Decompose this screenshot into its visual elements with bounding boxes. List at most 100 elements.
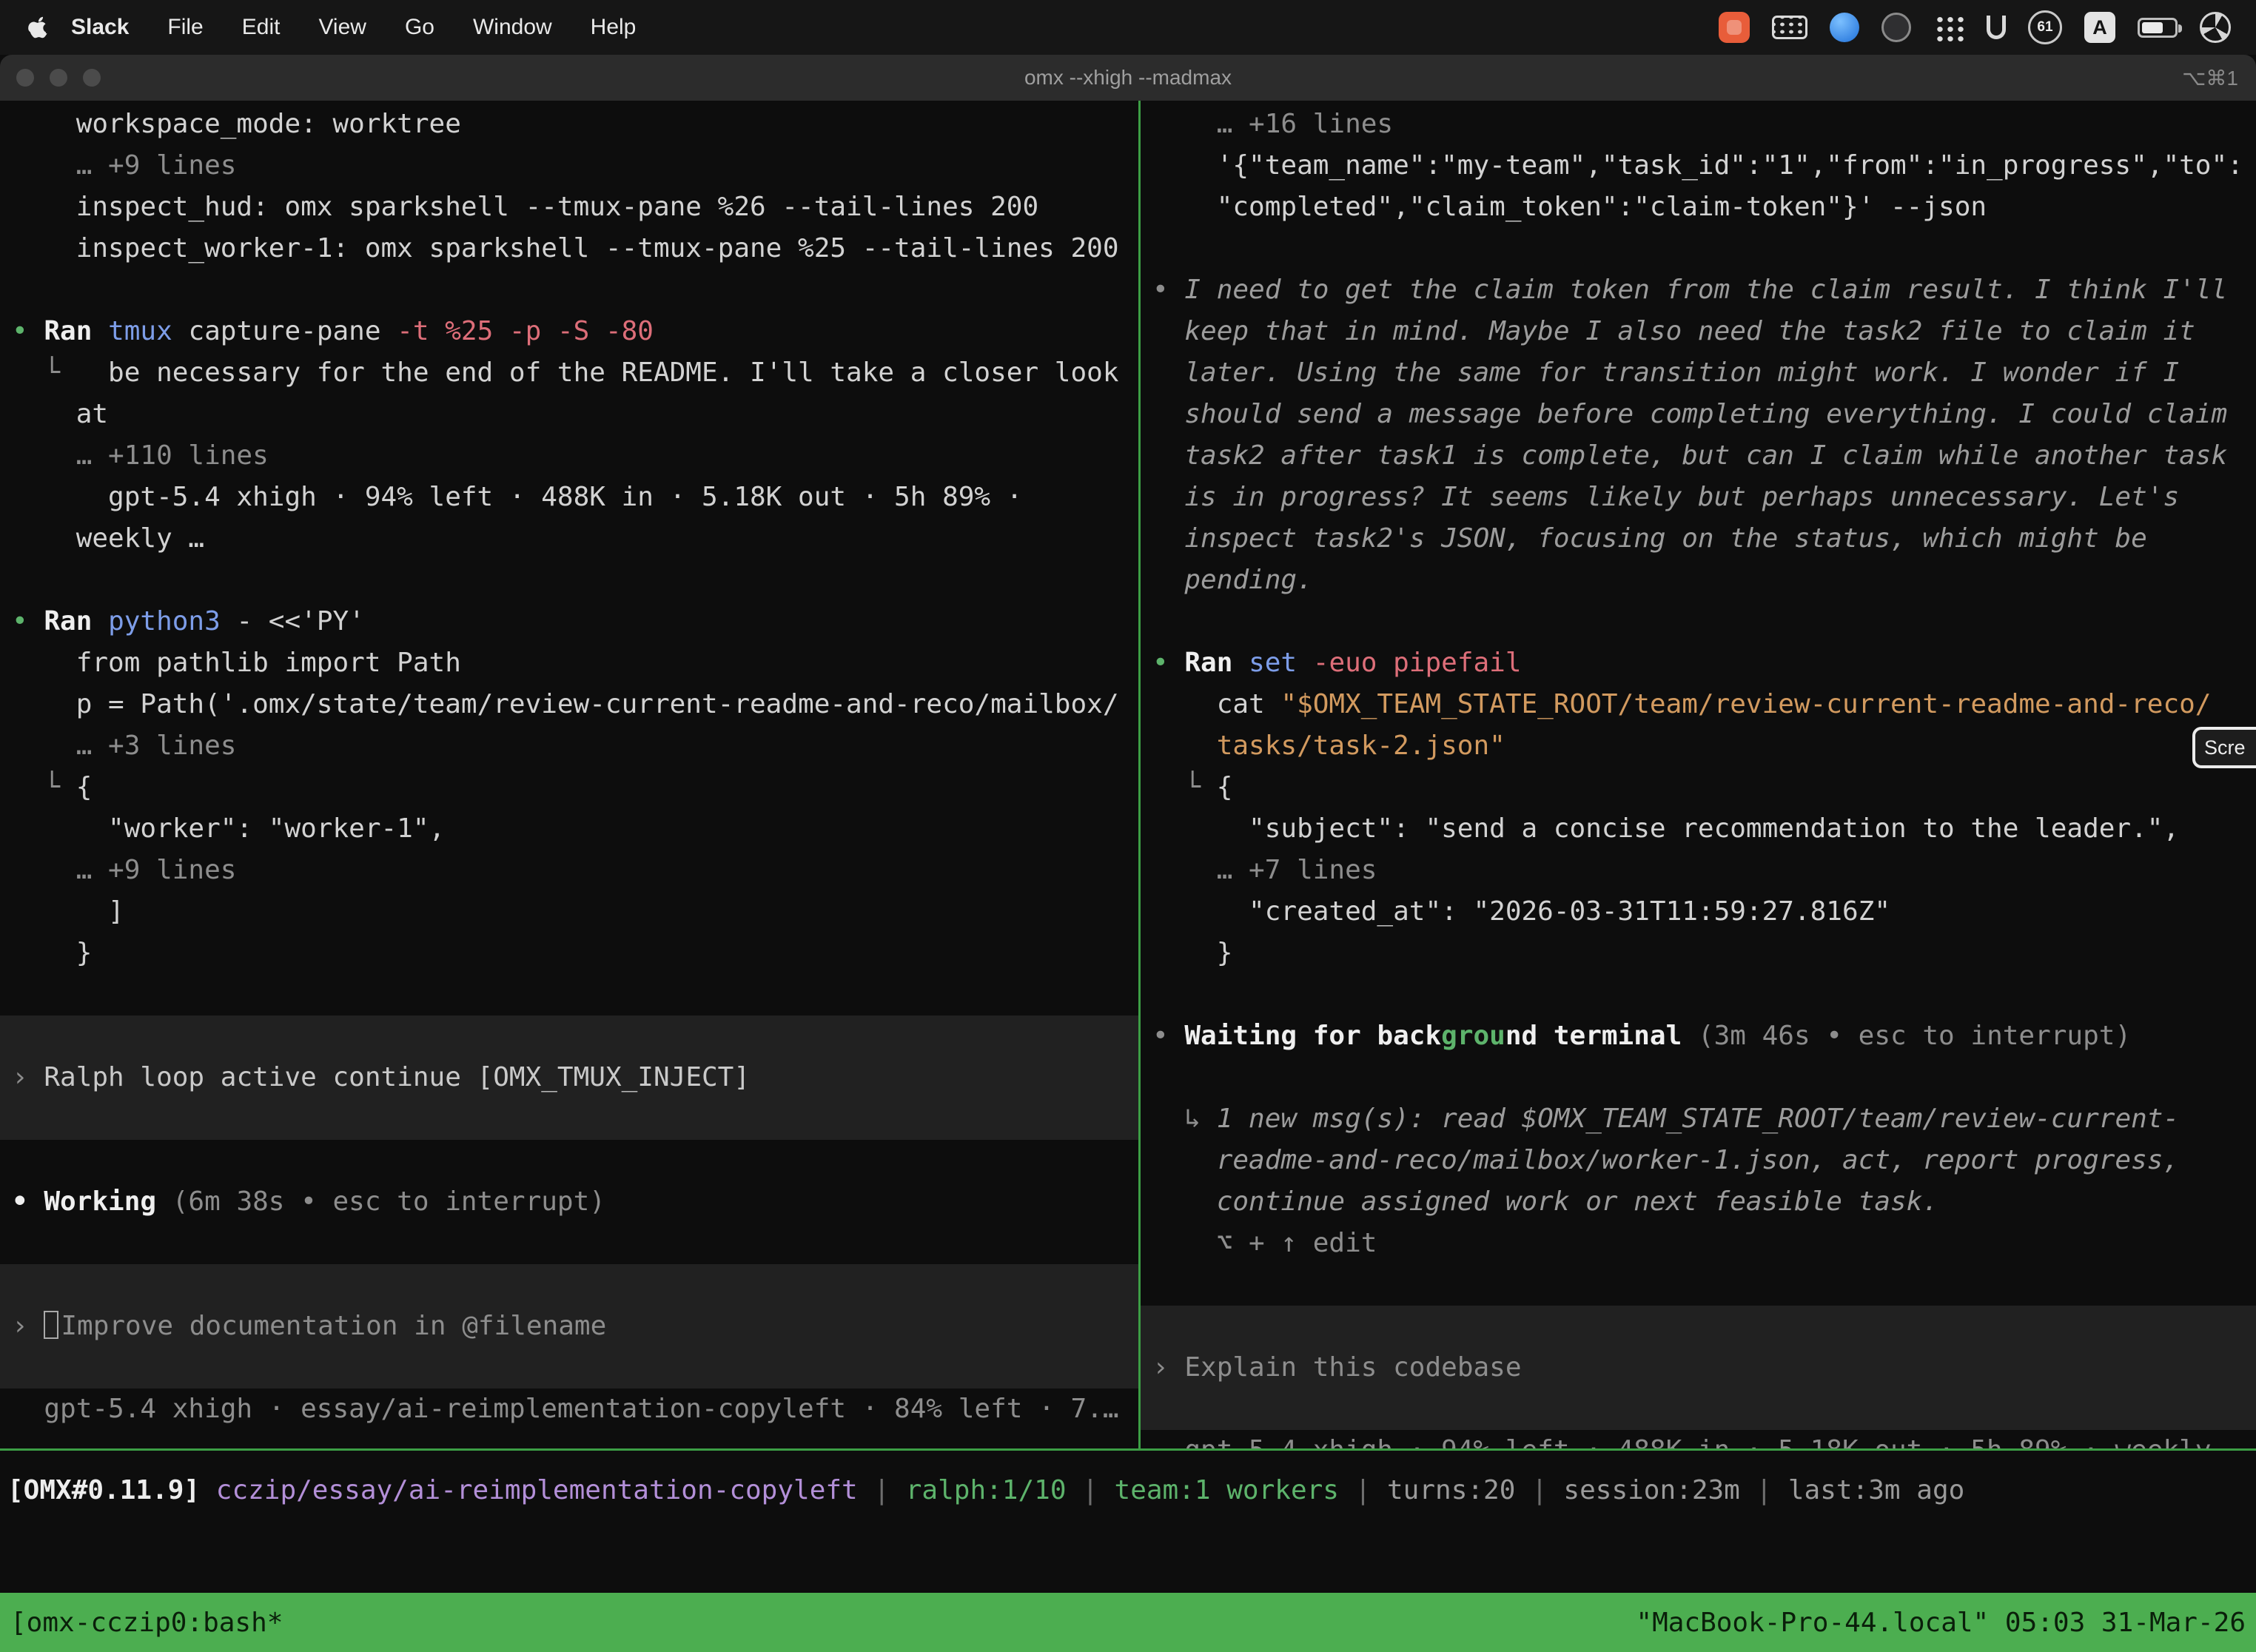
minimize-button[interactable] <box>50 69 67 87</box>
terminal-line: later. Using the same for transition mig… <box>1152 352 2256 394</box>
menu-file[interactable]: File <box>148 15 222 40</box>
battery-icon[interactable] <box>2138 18 2178 38</box>
terminal-line: … +9 lines <box>12 850 1138 891</box>
terminal-line: } <box>1152 933 2256 974</box>
terminal-line: • Working (6m 38s • esc to interrupt) <box>12 1181 1138 1223</box>
active-app-name[interactable]: Slack <box>58 15 148 40</box>
terminal-line: "created_at": "2026-03-31T11:59:27.816Z" <box>1152 891 2256 933</box>
terminal-line: gpt-5.4 xhigh · essay/ai-reimplementatio… <box>12 1389 1138 1430</box>
window-titlebar: omx --xhigh --madmax ⌥⌘1 <box>0 55 2256 101</box>
terminal-line: └ { <box>12 767 1138 808</box>
terminal-line: ] <box>12 891 1138 933</box>
terminal-line: p = Path('.omx/state/team/review-current… <box>12 684 1138 725</box>
text-cursor <box>44 1311 58 1339</box>
terminal-line: … +16 lines <box>1152 104 2256 145</box>
terminal-line: from pathlib import Path <box>12 642 1138 684</box>
menu-window[interactable]: Window <box>454 15 571 40</box>
menu-help[interactable]: Help <box>571 15 656 40</box>
terminal-line: • Ran tmux capture-pane -t %25 -p -S -80 <box>12 311 1138 352</box>
menu-go[interactable]: Go <box>386 15 454 40</box>
prompt-row[interactable]: › Explain this codebase <box>1141 1306 2256 1430</box>
app-grid-icon[interactable] <box>1933 13 1964 41</box>
hud-segment: | <box>1339 1475 1387 1505</box>
terminal-line: gpt-5.4 xhigh · 94% left · 488K in · 5.1… <box>1152 1430 2256 1448</box>
menu-view[interactable]: View <box>299 15 385 40</box>
terminal-content: workspace_mode: worktree … +9 lines insp… <box>0 101 2256 1448</box>
window-title: omx --xhigh --madmax <box>1024 66 1232 90</box>
terminal-line: └ be necessary for the end of the README… <box>12 352 1138 394</box>
terminal-line: … +3 lines <box>12 725 1138 767</box>
window-shortcut-hint: ⌥⌘1 <box>2182 55 2238 101</box>
terminal-line: '{"team_name":"my-team","task_id":"1","f… <box>1152 145 2256 187</box>
terminal-line: weekly … <box>12 518 1138 560</box>
terminal-line: ⌥ + ↑ edit <box>1152 1223 2256 1264</box>
magnet-icon[interactable] <box>1987 16 2006 39</box>
terminal-line: "subject": "send a concise recommendatio… <box>1152 808 2256 850</box>
terminal-line: workspace_mode: worktree <box>12 104 1138 145</box>
terminal-line <box>1152 974 2256 1015</box>
terminal-line: cat "$OMX_TEAM_STATE_ROOT/team/review-cu… <box>1152 684 2256 725</box>
terminal-window: omx --xhigh --madmax ⌥⌘1 workspace_mode:… <box>0 55 2256 1652</box>
tmux-status-bar: [omx-cczip0:bash* "MacBook-Pro-44.local"… <box>0 1593 2256 1652</box>
input-source-icon[interactable]: A <box>2084 12 2115 43</box>
left-pane[interactable]: workspace_mode: worktree … +9 lines insp… <box>0 101 1138 1448</box>
screen-edge-overlay-button[interactable]: Scre <box>2192 727 2256 768</box>
terminal-line: … +9 lines <box>12 145 1138 187</box>
terminal-line <box>1152 1264 2256 1306</box>
terminal-line: ↳ 1 new msg(s): read $OMX_TEAM_STATE_ROO… <box>1152 1098 2256 1140</box>
close-button[interactable] <box>16 69 34 87</box>
terminal-line: keep that in mind. Maybe I also need the… <box>1152 311 2256 352</box>
terminal-line: • I need to get the claim token from the… <box>1152 269 2256 311</box>
screen-recording-icon[interactable] <box>1719 12 1750 43</box>
terminal-line: … +7 lines <box>1152 850 2256 891</box>
terminal-line: • Ran set -euo pipefail <box>1152 642 2256 684</box>
terminal-line <box>12 560 1138 601</box>
terminal-line: } <box>12 933 1138 974</box>
paste-icon[interactable] <box>1830 13 1859 42</box>
apple-menu-icon[interactable] <box>25 12 52 43</box>
status-icons: 61 A <box>1719 10 2238 44</box>
terminal-line <box>12 269 1138 311</box>
battery-percent-icon[interactable]: 61 <box>2028 10 2062 44</box>
terminal-line: inspect_hud: omx sparkshell --tmux-pane … <box>12 187 1138 228</box>
terminal-line <box>12 1140 1138 1181</box>
terminal-line: • Ran python3 - <<'PY' <box>12 601 1138 642</box>
hud-segment: | <box>1067 1475 1115 1505</box>
hud-segment: | <box>858 1475 906 1505</box>
terminal-line: … +110 lines <box>12 435 1138 477</box>
terminal-line: readme-and-reco/mailbox/worker-1.json, a… <box>1152 1140 2256 1181</box>
menu-items: FileEditViewGoWindowHelp <box>148 15 655 40</box>
hud-segment: session:23m <box>1563 1475 1739 1505</box>
hud-divider <box>0 1448 2256 1451</box>
terminal-line <box>1152 228 2256 269</box>
menu-bar: Slack FileEditViewGoWindowHelp 61 A <box>0 0 2256 55</box>
terminal-line: "worker": "worker-1", <box>12 808 1138 850</box>
keyboard-icon[interactable] <box>1772 16 1807 39</box>
hud-segment: team:1 workers <box>1115 1475 1339 1505</box>
terminal-line <box>1152 601 2256 642</box>
right-pane[interactable]: … +16 lines '{"team_name":"my-team","tas… <box>1141 101 2256 1448</box>
prompt-row[interactable]: › Improve documentation in @filename <box>0 1264 1138 1389</box>
terminal-line <box>12 974 1138 1015</box>
terminal-line: task2 after task1 is complete, but can I… <box>1152 435 2256 477</box>
hud-segment: | <box>1515 1475 1563 1505</box>
hud-segment: turns:20 <box>1387 1475 1515 1505</box>
prompt-row[interactable]: › Ralph loop active continue [OMX_TMUX_I… <box>0 1015 1138 1140</box>
terminal-line: └ { <box>1152 767 2256 808</box>
terminal-line <box>1152 1057 2256 1098</box>
menu-edit[interactable]: Edit <box>223 15 300 40</box>
zoom-button[interactable] <box>83 69 101 87</box>
terminal-line: inspect task2's JSON, focusing on the st… <box>1152 518 2256 560</box>
terminal-line: is in progress? It seems likely but perh… <box>1152 477 2256 518</box>
terminal-line: inspect_worker-1: omx sparkshell --tmux-… <box>12 228 1138 269</box>
terminal-line: at <box>12 394 1138 435</box>
fan-icon[interactable] <box>2200 12 2231 43</box>
tmux-session-window: [omx-cczip0:bash* <box>10 1608 283 1638</box>
hud-segment: | <box>1740 1475 1788 1505</box>
terminal-line: gpt-5.4 xhigh · 94% left · 488K in · 5.1… <box>12 477 1138 518</box>
omx-hud-line: [OMX#0.11.9] cczip/essay/ai-reimplementa… <box>7 1470 2256 1511</box>
stealth-icon[interactable] <box>1881 13 1911 42</box>
terminal-line: tasks/task-2.json" <box>1152 725 2256 767</box>
hud-segment: last:3m ago <box>1788 1475 1964 1505</box>
tmux-host-and-time: "MacBook-Pro-44.local" 05:03 31-Mar-26 <box>1636 1608 2246 1638</box>
